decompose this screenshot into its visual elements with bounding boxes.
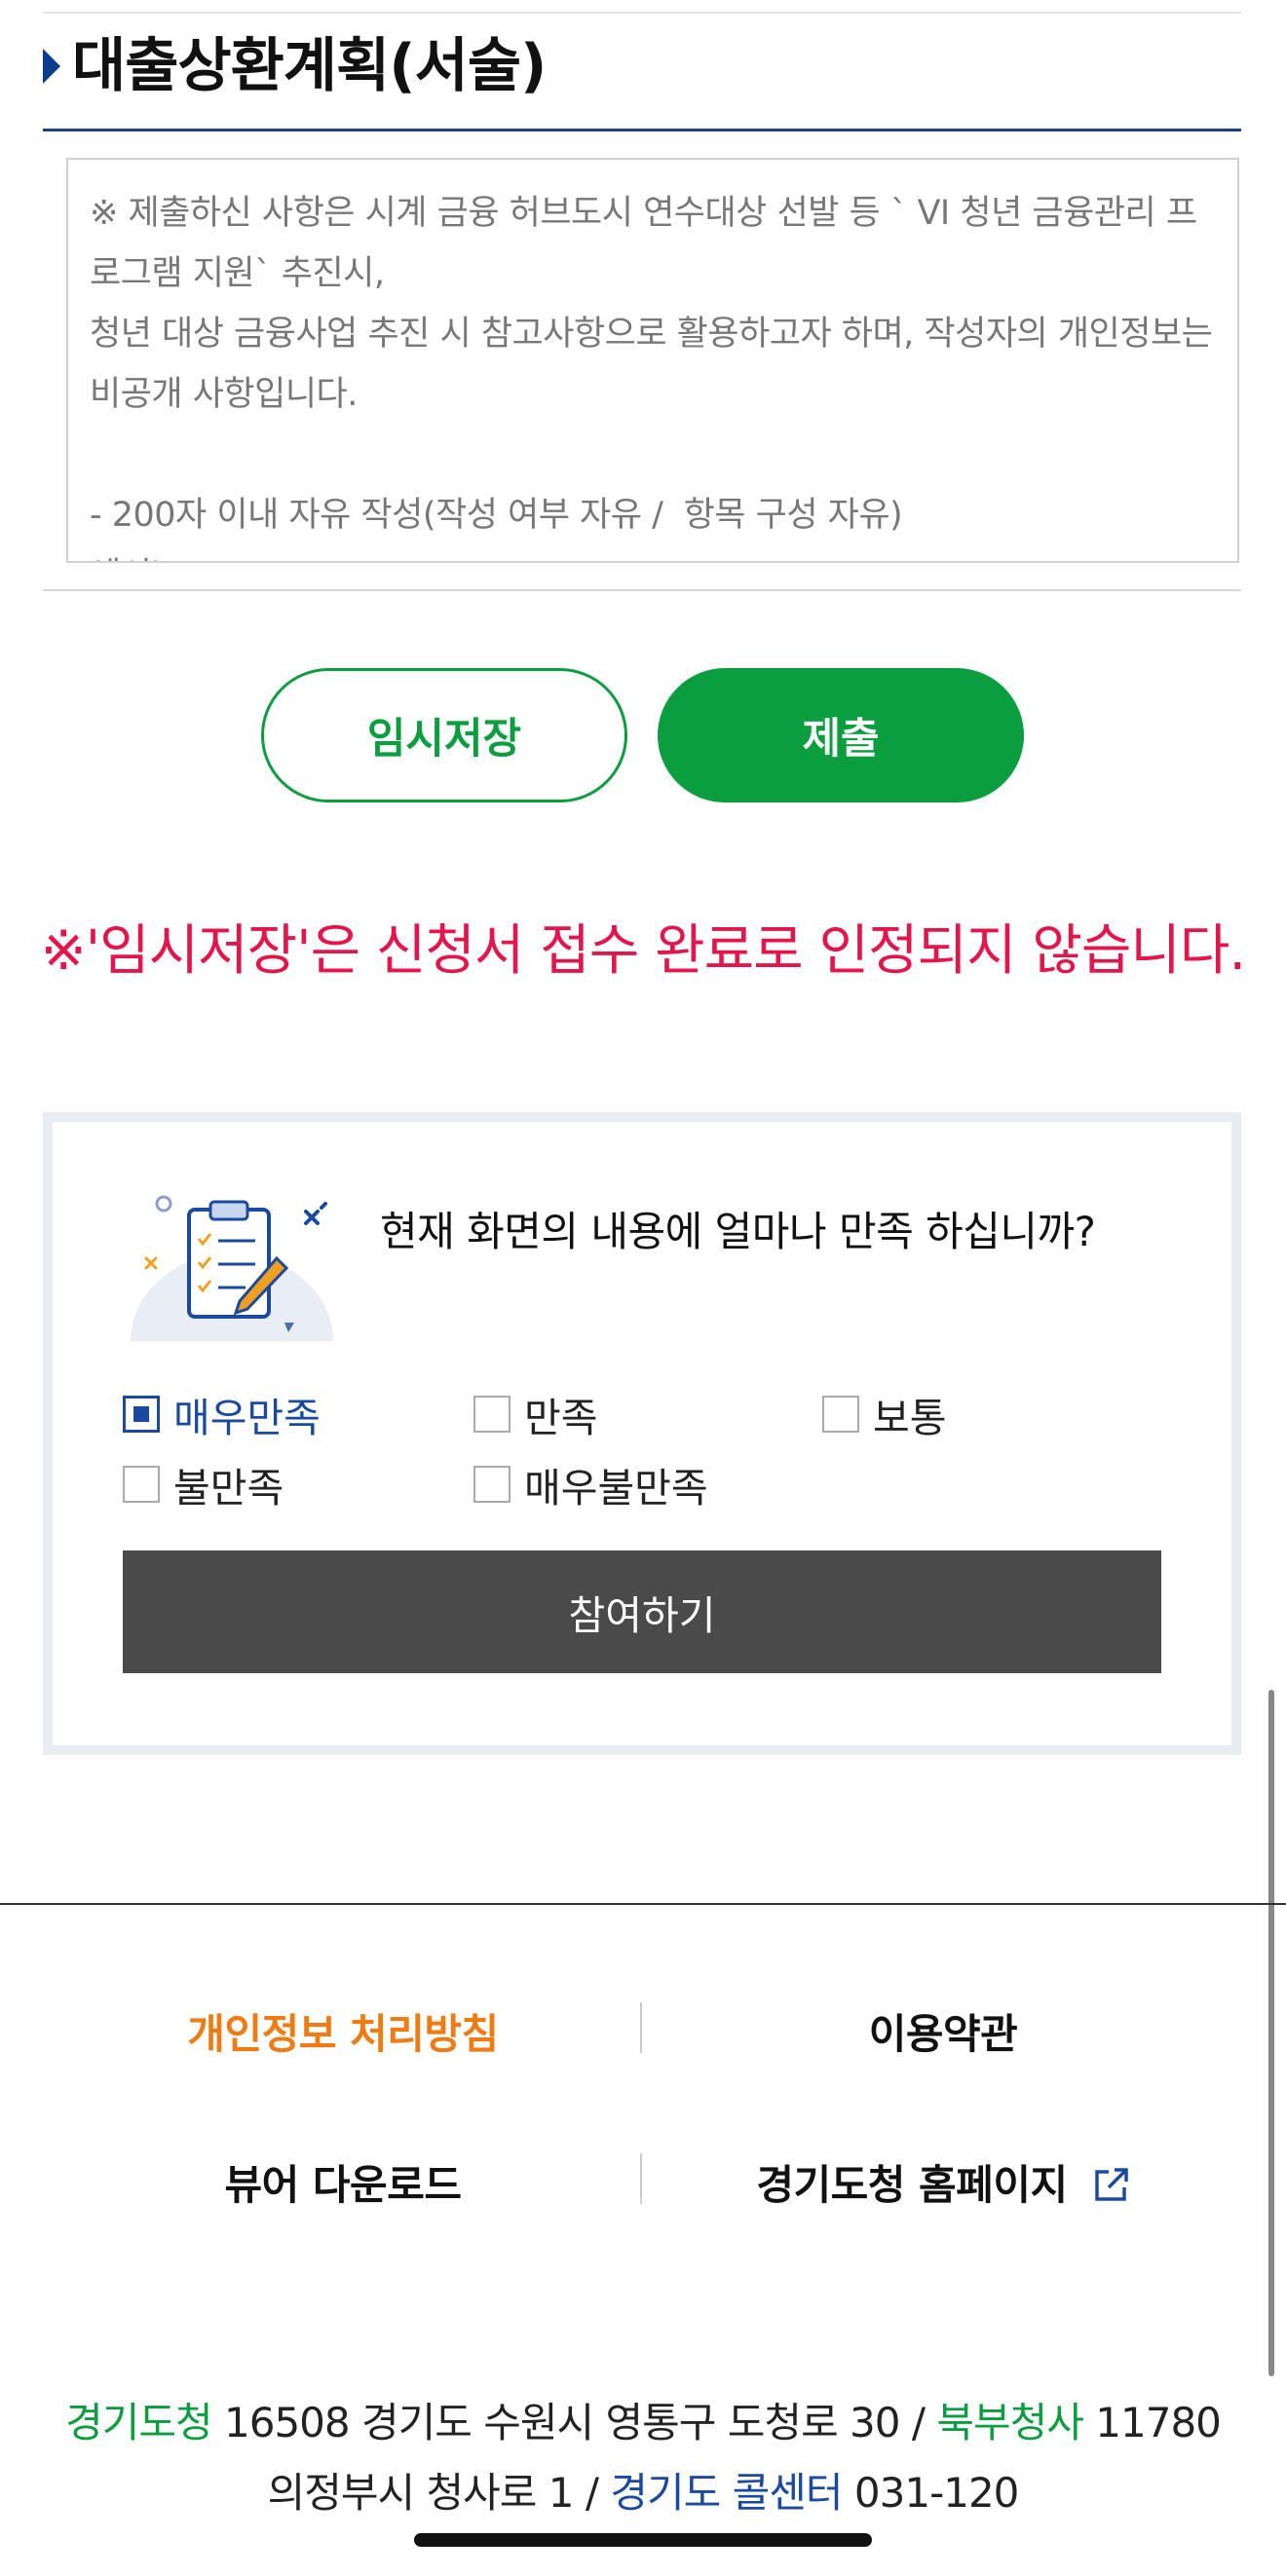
viewer-download-link[interactable]: 뷰어 다운로드 <box>90 2152 596 2212</box>
top-divider <box>43 12 1241 14</box>
checkbox[interactable] <box>473 1396 511 1433</box>
external-link-icon <box>1094 2168 1128 2201</box>
textarea-placeholder: ※ 제출하신 사항은 시계 금융 허브도시 연수대상 선발 등 ` VI 청년 … <box>90 194 1213 561</box>
gg-homepage-link[interactable]: 경기도청 홈페이지 <box>690 2152 1196 2212</box>
checkbox[interactable] <box>123 1396 160 1433</box>
terms-link[interactable]: 이용약관 <box>690 2001 1196 2061</box>
option-very-satisfied[interactable]: 매우만족 <box>123 1385 321 1443</box>
north-office-zip: 11780 <box>1095 2399 1222 2446</box>
option-label: 매우만족 <box>173 1395 321 1441</box>
privacy-policy-link[interactable]: 개인정보 처리방침 <box>90 2001 596 2061</box>
option-label: 보통 <box>873 1395 947 1441</box>
option-very-dissatisfied[interactable]: 매우불만족 <box>473 1455 708 1513</box>
scrollbar[interactable] <box>1268 1690 1274 2376</box>
footer-divider <box>0 1903 1286 1905</box>
footer-link-divider <box>640 2153 642 2204</box>
footer-link-divider <box>640 2002 642 2053</box>
option-label: 만족 <box>524 1395 598 1441</box>
checkbox[interactable] <box>473 1466 511 1503</box>
participate-button[interactable]: 참여하기 <box>123 1550 1161 1673</box>
option-label: 매우불만족 <box>524 1465 708 1512</box>
form-divider <box>43 589 1241 591</box>
gg-homepage-label: 경기도청 홈페이지 <box>756 2161 1068 2209</box>
title-underline <box>43 129 1241 131</box>
gg-office-address: 16508 경기도 수원시 영통구 도청로 30 / <box>224 2399 926 2446</box>
option-neutral[interactable]: 보통 <box>822 1385 946 1443</box>
call-center-name: 경기도 콜센터 <box>610 2469 843 2517</box>
temp-save-warning: ※'임시저장'은 신청서 접수 완료로 인정되지 않습니다. <box>40 919 1246 983</box>
checkbox[interactable] <box>123 1466 160 1503</box>
survey-question: 현재 화면의 내용에 얼마나 만족 하십니까? <box>380 1208 1096 1255</box>
satisfaction-survey: 현재 화면의 내용에 얼마나 만족 하십니까? 매우만족 만족 보통 불만족 매… <box>43 1112 1241 1755</box>
option-satisfied[interactable]: 만족 <box>473 1385 597 1443</box>
temp-save-button[interactable]: 임시저장 <box>261 668 627 803</box>
north-office-name: 북부청사 <box>936 2399 1084 2446</box>
home-indicator[interactable] <box>414 2533 872 2547</box>
call-center-number: 031-120 <box>853 2469 1019 2517</box>
clipboard-checklist-icon <box>131 1195 333 1341</box>
option-dissatisfied[interactable]: 불만족 <box>123 1455 284 1513</box>
checkbox[interactable] <box>822 1396 859 1433</box>
submit-button[interactable]: 제출 <box>658 668 1024 803</box>
triangle-right-icon <box>43 49 60 84</box>
section-title: 대출상환계획(서술) <box>72 32 547 100</box>
footer-address: 경기도청 16508 경기도 수원시 영통구 도청로 30 / 북부청사 117… <box>29 2388 1257 2528</box>
plan-textarea[interactable]: ※ 제출하신 사항은 시계 금융 허브도시 연수대상 선발 등 ` VI 청년 … <box>66 158 1239 563</box>
gg-office-name: 경기도청 <box>65 2399 213 2446</box>
north-office-address: 의정부시 청사로 1 / <box>267 2469 599 2517</box>
section-header: 대출상환계획(서술) <box>43 21 547 111</box>
option-label: 불만족 <box>173 1465 284 1512</box>
